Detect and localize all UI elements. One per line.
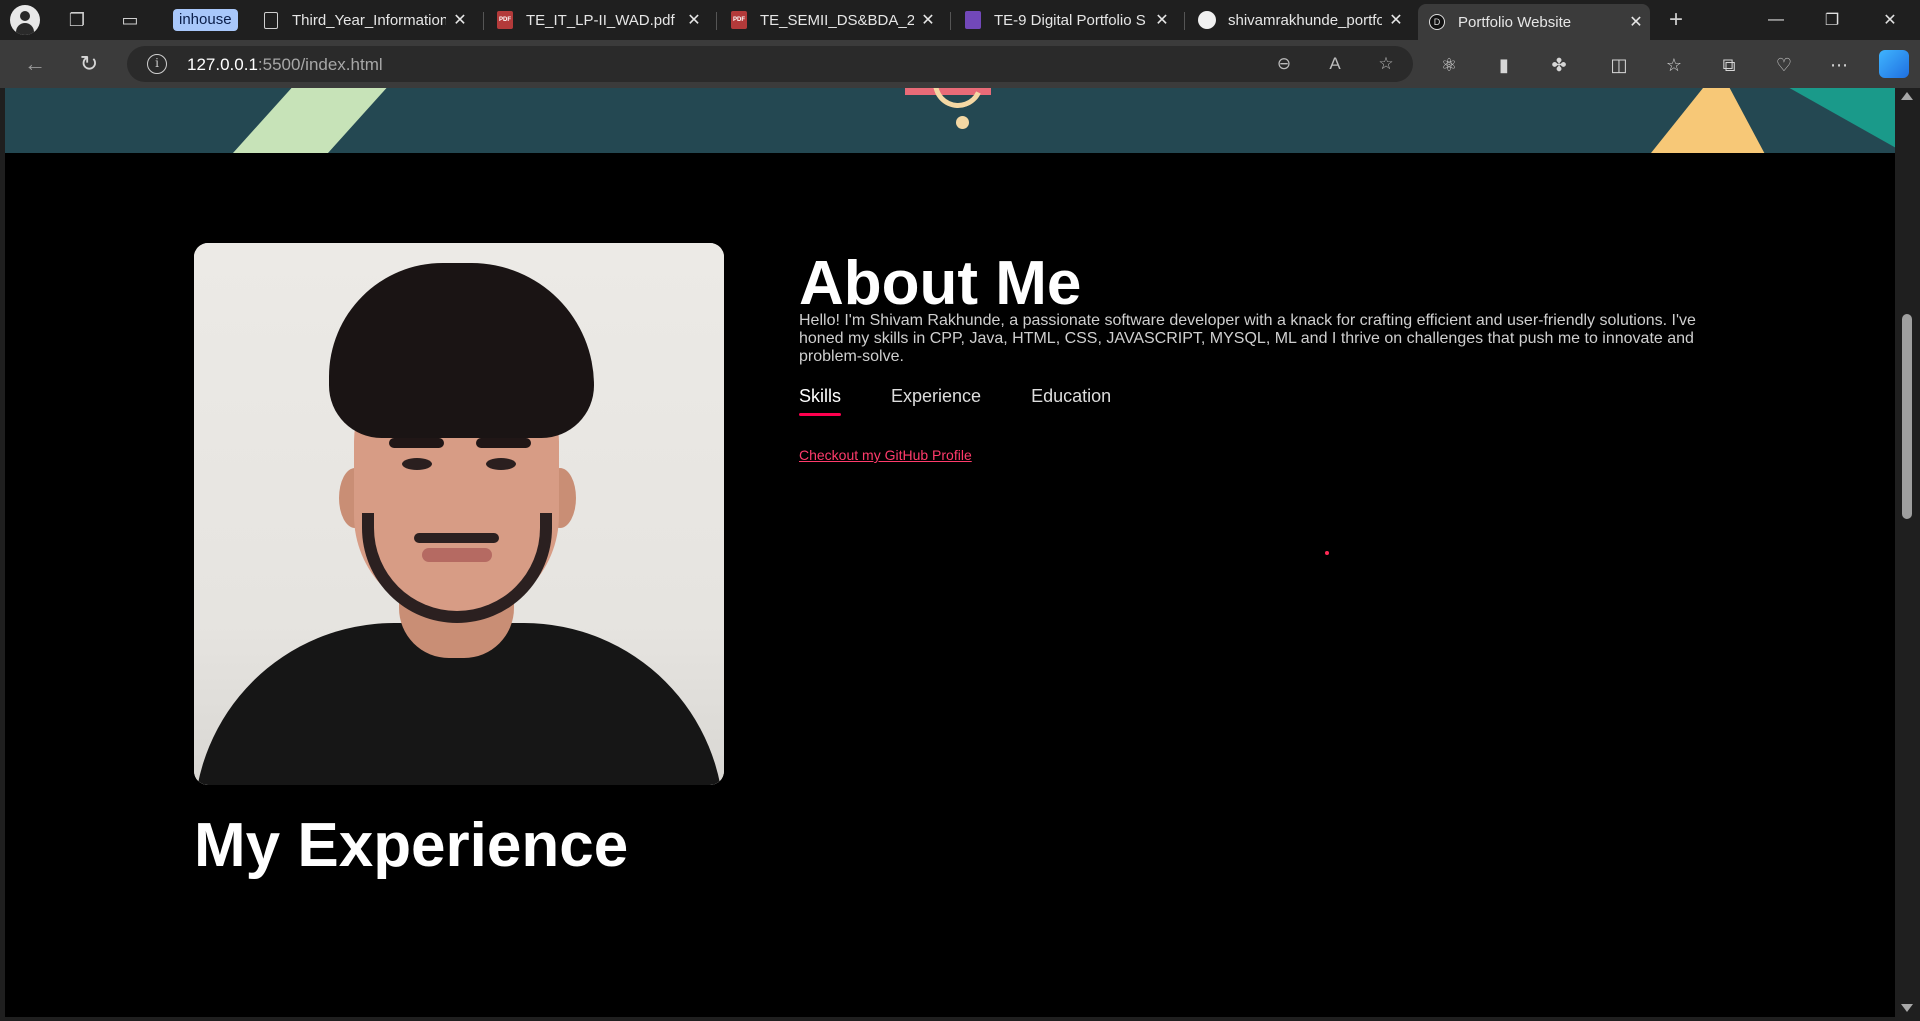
restore-icon[interactable]: ❐	[1804, 0, 1860, 40]
forms-icon	[964, 11, 982, 29]
zoom-out-icon[interactable]: ⊖	[1270, 52, 1298, 76]
tab-experience[interactable]: Experience	[891, 386, 981, 414]
mouse-cursor-dot	[1325, 551, 1329, 555]
tab-separator	[483, 12, 484, 30]
new-tab-icon[interactable]: +	[1656, 6, 1696, 34]
tab-digital-portfolio[interactable]: TE-9 Digital Portfolio S ✕	[954, 4, 1176, 36]
close-tab-icon[interactable]: ✕	[1148, 10, 1176, 30]
split-screen-icon[interactable]: ◫	[1604, 52, 1634, 78]
portfolio-icon: D	[1428, 13, 1446, 31]
github-icon	[1198, 11, 1216, 29]
tab-portfolio-website[interactable]: D Portfolio Website ✕	[1418, 4, 1650, 40]
tab-education[interactable]: Education	[1031, 386, 1111, 414]
address-bar[interactable]: i 127.0.0.1:5500/index.html ⊖ A ☆	[127, 46, 1413, 82]
close-tab-icon[interactable]: ✕	[446, 10, 474, 30]
tab-title: shivamrakhunde_portfo	[1228, 11, 1382, 29]
reload-icon[interactable]: ↻	[71, 48, 107, 80]
tab-title: TE-9 Digital Portfolio S	[994, 11, 1146, 29]
extension-icon[interactable]: ▮	[1489, 52, 1519, 78]
decorative-arc	[925, 88, 991, 116]
favorite-star-icon[interactable]: ☆	[1372, 52, 1400, 76]
vertical-scrollbar[interactable]	[1895, 88, 1920, 1021]
tab-lp-ii-wad[interactable]: PDF TE_IT_LP-II_WAD.pdf ✕	[486, 4, 708, 36]
tab-separator	[1184, 12, 1185, 30]
browser-toolbar: ← ↻ i 127.0.0.1:5500/index.html ⊖ A ☆ ⚛ …	[0, 40, 1920, 88]
back-icon[interactable]: ←	[17, 48, 53, 80]
scroll-thumb[interactable]	[1902, 314, 1912, 519]
collections-icon[interactable]: ⧉	[1714, 52, 1744, 78]
favorites-icon[interactable]: ☆	[1659, 52, 1689, 78]
pdf-icon: PDF	[496, 11, 514, 29]
browser-essentials-icon[interactable]: ♡	[1769, 52, 1799, 78]
close-window-icon[interactable]: ✕	[1862, 0, 1918, 40]
page-viewport: About Me Hello! I'm Shivam Rakhunde, a p…	[0, 88, 1920, 1021]
profile-avatar-icon[interactable]	[10, 5, 40, 35]
workspaces-icon[interactable]: ❐	[57, 6, 97, 34]
profile-photo	[194, 243, 724, 785]
scroll-up-arrow-icon[interactable]	[1901, 92, 1913, 100]
decorative-shape	[1623, 88, 1783, 153]
close-tab-icon[interactable]: ✕	[1622, 12, 1650, 32]
url-text[interactable]: 127.0.0.1:5500/index.html	[187, 55, 383, 75]
close-tab-icon[interactable]: ✕	[680, 10, 708, 30]
experience-heading: My Experience	[194, 811, 629, 880]
minimize-icon[interactable]: —	[1748, 0, 1804, 40]
tab-separator	[950, 12, 951, 30]
tab-title: Portfolio Website	[1458, 13, 1572, 31]
pdf-icon: PDF	[730, 11, 748, 29]
tab-skills[interactable]: Skills	[799, 386, 842, 416]
tab-separator	[716, 12, 717, 30]
about-description: Hello! I'm Shivam Rakhunde, a passionate…	[799, 312, 1696, 365]
settings-more-icon[interactable]: ⋯	[1824, 52, 1854, 78]
scroll-down-arrow-icon[interactable]	[1901, 1004, 1913, 1012]
about-heading: About Me	[799, 249, 1082, 318]
tab-title: Third_Year_Information	[292, 11, 446, 29]
site-info-icon[interactable]: i	[147, 54, 167, 74]
decorative-dot	[956, 116, 969, 129]
about-tabs: Skills Experience Education	[799, 386, 1161, 416]
react-devtools-icon[interactable]: ⚛	[1434, 52, 1464, 78]
tab-title: TE_SEMII_DS&BDA_201	[760, 11, 914, 29]
close-tab-icon[interactable]: ✕	[1382, 10, 1410, 30]
tab-ds-bda[interactable]: PDF TE_SEMII_DS&BDA_201 ✕	[720, 4, 942, 36]
tab-title: TE_IT_LP-II_WAD.pdf	[526, 11, 675, 29]
document-icon	[262, 11, 280, 29]
github-profile-link[interactable]: Checkout my GitHub Profile	[799, 447, 972, 463]
tab-third-year-info[interactable]: Third_Year_Information ✕	[252, 4, 474, 36]
copilot-icon[interactable]	[1879, 50, 1909, 78]
close-tab-icon[interactable]: ✕	[914, 10, 942, 30]
vertical-tabs-icon[interactable]: ▭	[110, 6, 150, 34]
hero-banner-bottom	[5, 88, 1895, 153]
tab-strip: ❐ ▭ inhouse Third_Year_Information ✕ PDF…	[0, 0, 1920, 40]
extensions-puzzle-icon[interactable]: ✤	[1544, 52, 1574, 78]
tab-github[interactable]: shivamrakhunde_portfo ✕	[1188, 4, 1410, 36]
tab-group-label[interactable]: inhouse	[173, 9, 238, 31]
portfolio-page: About Me Hello! I'm Shivam Rakhunde, a p…	[5, 88, 1895, 1017]
read-aloud-icon[interactable]: A	[1321, 52, 1349, 76]
decorative-stripe	[192, 88, 423, 153]
